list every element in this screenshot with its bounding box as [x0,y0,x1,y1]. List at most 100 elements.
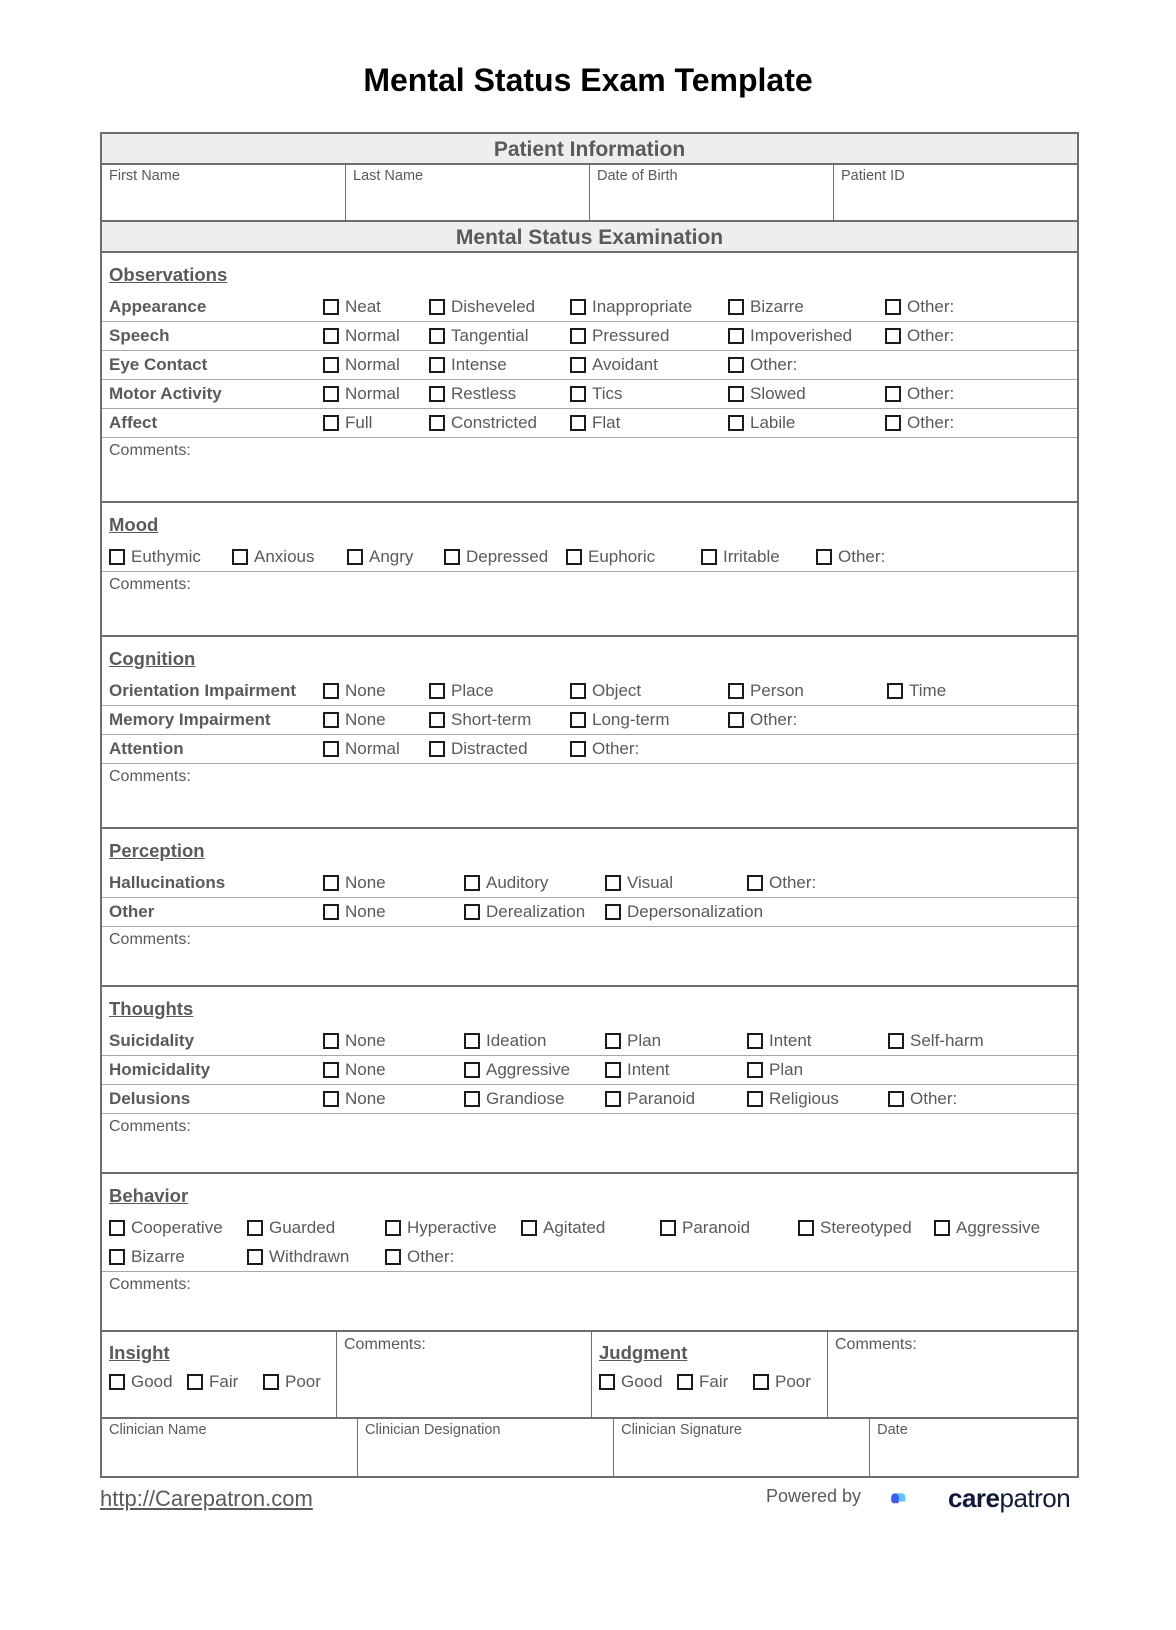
checkbox-icon[interactable] [605,1033,621,1049]
option-euphoric[interactable]: Euphoric [566,547,655,567]
checkbox-icon[interactable] [888,1033,904,1049]
checkbox-icon[interactable] [347,549,363,565]
option-long-term[interactable]: Long-term [570,710,669,730]
option-bizarre[interactable]: Bizarre [109,1247,185,1267]
option-other[interactable]: Other: [747,873,816,893]
option-depersonalization[interactable]: Depersonalization [605,902,763,922]
judgment-comments[interactable]: Comments: [828,1332,1077,1417]
option-none[interactable]: None [323,1089,386,1109]
perception-comments[interactable]: Comments: [102,927,1077,985]
checkbox-icon[interactable] [323,712,339,728]
option-other[interactable]: Other: [885,297,954,317]
checkbox-icon[interactable] [701,549,717,565]
option-cooperative[interactable]: Cooperative [109,1218,223,1238]
checkbox-icon[interactable] [677,1374,693,1390]
checkbox-icon[interactable] [429,299,445,315]
checkbox-icon[interactable] [429,386,445,402]
option-distracted[interactable]: Distracted [429,739,528,759]
option-euthymic[interactable]: Euthymic [109,547,201,567]
checkbox-icon[interactable] [753,1374,769,1390]
checkbox-icon[interactable] [570,683,586,699]
option-tics[interactable]: Tics [570,384,623,404]
clinician-designation-field[interactable]: Clinician Designation [358,1419,615,1476]
option-short-term[interactable]: Short-term [429,710,531,730]
option-other[interactable]: Other: [385,1247,454,1267]
checkbox-icon[interactable] [747,1033,763,1049]
checkbox-icon[interactable] [464,875,480,891]
checkbox-icon[interactable] [728,415,744,431]
checkbox-icon[interactable] [570,741,586,757]
last-name-field[interactable]: Last Name [346,165,590,220]
checkbox-icon[interactable] [464,1062,480,1078]
checkbox-icon[interactable] [323,683,339,699]
option-person[interactable]: Person [728,681,804,701]
option-tangential[interactable]: Tangential [429,326,529,346]
option-avoidant[interactable]: Avoidant [570,355,658,375]
checkbox-icon[interactable] [798,1220,814,1236]
option-none[interactable]: None [323,902,386,922]
option-time[interactable]: Time [887,681,946,701]
option-labile[interactable]: Labile [728,413,795,433]
checkbox-icon[interactable] [570,328,586,344]
option-paranoid[interactable]: Paranoid [605,1089,695,1109]
option-other[interactable]: Other: [728,355,797,375]
option-none[interactable]: None [323,1060,386,1080]
option-normal[interactable]: Normal [323,384,400,404]
checkbox-icon[interactable] [429,328,445,344]
checkbox-icon[interactable] [521,1220,537,1236]
option-withdrawn[interactable]: Withdrawn [247,1247,349,1267]
option-object[interactable]: Object [570,681,641,701]
checkbox-icon[interactable] [323,741,339,757]
option-other[interactable]: Other: [885,413,954,433]
option-paranoid[interactable]: Paranoid [660,1218,750,1238]
option-other[interactable]: Other: [570,739,639,759]
date-field[interactable]: Date [870,1419,1077,1476]
checkbox-icon[interactable] [247,1249,263,1265]
checkbox-icon[interactable] [660,1220,676,1236]
option-normal[interactable]: Normal [323,355,400,375]
checkbox-icon[interactable] [263,1374,279,1390]
checkbox-icon[interactable] [109,1220,125,1236]
option-full[interactable]: Full [323,413,372,433]
checkbox-icon[interactable] [816,549,832,565]
checkbox-icon[interactable] [429,683,445,699]
checkbox-icon[interactable] [747,875,763,891]
checkbox-icon[interactable] [323,1033,339,1049]
checkbox-icon[interactable] [728,357,744,373]
option-none[interactable]: None [323,1031,386,1051]
checkbox-icon[interactable] [109,1374,125,1390]
option-fair[interactable]: Fair [187,1372,238,1392]
option-irritable[interactable]: Irritable [701,547,780,567]
cognition-comments[interactable]: Comments: [102,764,1077,827]
checkbox-icon[interactable] [323,357,339,373]
option-good[interactable]: Good [109,1372,173,1392]
checkbox-icon[interactable] [570,712,586,728]
option-none[interactable]: None [323,710,386,730]
option-angry[interactable]: Angry [347,547,413,567]
option-neat[interactable]: Neat [323,297,381,317]
checkbox-icon[interactable] [605,904,621,920]
checkbox-icon[interactable] [885,299,901,315]
checkbox-icon[interactable] [323,299,339,315]
option-normal[interactable]: Normal [323,739,400,759]
option-bizarre[interactable]: Bizarre [728,297,804,317]
checkbox-icon[interactable] [885,386,901,402]
option-ideation[interactable]: Ideation [464,1031,547,1051]
checkbox-icon[interactable] [566,549,582,565]
checkbox-icon[interactable] [747,1062,763,1078]
date-of-birth-field[interactable]: Date of Birth [590,165,834,220]
option-aggressive[interactable]: Aggressive [934,1218,1040,1238]
option-intense[interactable]: Intense [429,355,507,375]
checkbox-icon[interactable] [570,415,586,431]
checkbox-icon[interactable] [323,415,339,431]
clinician-signature-field[interactable]: Clinician Signature [614,1419,871,1476]
option-stereotyped[interactable]: Stereotyped [798,1218,912,1238]
checkbox-icon[interactable] [728,683,744,699]
checkbox-icon[interactable] [885,415,901,431]
checkbox-icon[interactable] [109,549,125,565]
option-derealization[interactable]: Derealization [464,902,585,922]
option-plan[interactable]: Plan [605,1031,661,1051]
checkbox-icon[interactable] [429,712,445,728]
checkbox-icon[interactable] [605,1062,621,1078]
option-disheveled[interactable]: Disheveled [429,297,535,317]
